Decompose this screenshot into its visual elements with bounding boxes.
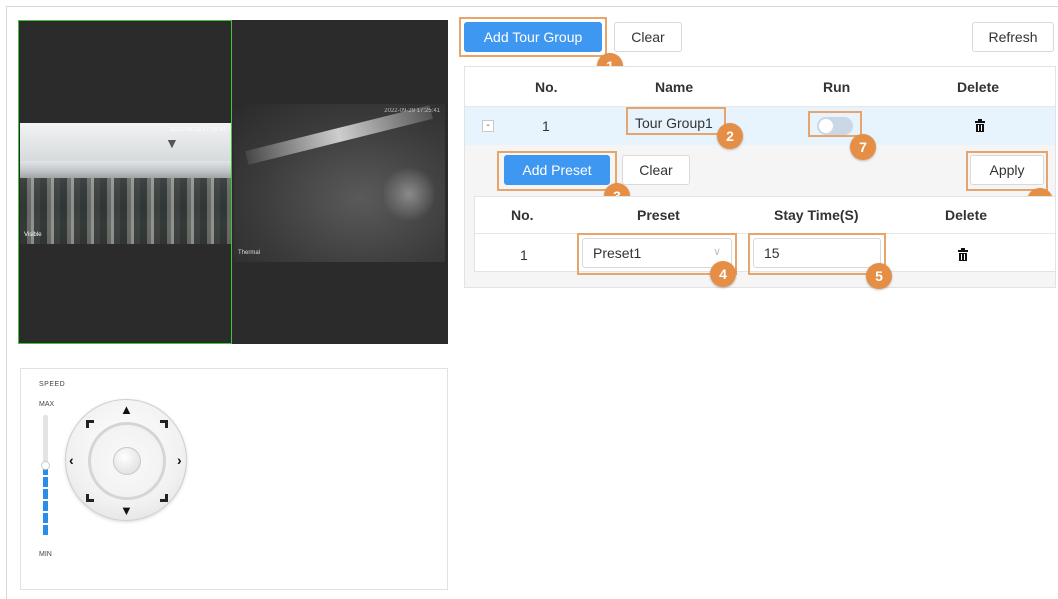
- arrow-down-right-icon[interactable]: [160, 494, 168, 502]
- column-header-name: Name: [655, 79, 694, 95]
- column-header-delete: Delete: [957, 79, 1000, 95]
- video-preview: ▼ 2022-09-29 17:25:41 Visible 2022-09-29…: [18, 20, 448, 344]
- callout-badge: 7: [850, 134, 876, 160]
- speed-slider-fill: [43, 465, 48, 535]
- refresh-button[interactable]: Refresh: [972, 22, 1054, 52]
- clear-presets-button[interactable]: Clear: [622, 155, 690, 185]
- collapse-row-icon[interactable]: -: [482, 120, 494, 132]
- visible-video-image: ▼ 2022-09-29 17:25:41 Visible: [20, 123, 231, 244]
- ptz-center-button[interactable]: [113, 447, 141, 475]
- thermal-channel-window[interactable]: 2022-09-29 17:25:41 Thermal: [234, 20, 448, 344]
- ptz-direction-wheel[interactable]: ▲ ▼ ‹ ›: [65, 399, 187, 521]
- table-row[interactable]: - 1 Tour Group1: [465, 107, 1055, 145]
- column-header-no: No.: [511, 207, 534, 223]
- delete-icon[interactable]: [975, 119, 985, 132]
- callout-highlight: [626, 107, 726, 135]
- thermal-video-image: 2022-09-29 17:25:41 Thermal: [234, 104, 445, 262]
- channel-label: Thermal: [238, 250, 261, 256]
- channel-label: Visible: [24, 232, 42, 238]
- video-osd-timestamp: 2022-09-29 17:25:41: [170, 127, 226, 133]
- column-header-preset: Preset: [637, 207, 680, 223]
- arrow-down-left-icon[interactable]: [86, 494, 94, 502]
- arrow-up-icon[interactable]: ▲: [120, 403, 133, 416]
- callout-badge: 4: [710, 261, 736, 287]
- chevron-down-icon: ∨: [712, 246, 721, 258]
- speed-label: SPEED: [39, 381, 66, 388]
- video-osd-timestamp: 2022-09-29 17:25:41: [384, 108, 440, 114]
- arrow-up-right-icon[interactable]: [160, 420, 168, 428]
- speed-min-label: MIN: [39, 551, 52, 558]
- speed-max-label: MAX: [39, 401, 55, 408]
- speed-slider-handle[interactable]: [41, 461, 50, 470]
- add-preset-button[interactable]: Add Preset: [504, 155, 610, 185]
- callout-highlight: [808, 111, 862, 137]
- clear-tour-groups-button[interactable]: Clear: [614, 22, 682, 52]
- table-header: No. Name Run Delete: [465, 67, 1055, 107]
- speed-slider[interactable]: [41, 415, 50, 535]
- delete-icon[interactable]: [958, 248, 968, 261]
- apply-button[interactable]: Apply: [970, 155, 1044, 185]
- arrow-right-icon[interactable]: ›: [177, 453, 182, 467]
- callout-badge: 5: [866, 263, 892, 289]
- stay-time-input[interactable]: 15: [753, 238, 881, 268]
- column-header-delete: Delete: [945, 207, 988, 223]
- visible-channel-window[interactable]: ▼ 2022-09-29 17:25:41 Visible: [18, 20, 232, 344]
- table-header: No. Preset Stay Time(S) Delete: [475, 197, 1055, 234]
- ceiling-camera-icon: ▼: [165, 135, 179, 151]
- callout-badge: 2: [717, 123, 743, 149]
- preset-select-value: Preset1: [593, 245, 642, 261]
- arrow-up-left-icon[interactable]: [86, 420, 94, 428]
- column-header-no: No.: [535, 79, 558, 95]
- column-header-run: Run: [823, 79, 851, 95]
- ptz-control-panel: SPEED MAX MIN ▲ ▼ ‹ ›: [20, 368, 448, 590]
- column-header-stay-time: Stay Time(S): [774, 207, 859, 223]
- tour-group-number: 1: [542, 118, 550, 134]
- arrow-down-icon[interactable]: ▼: [120, 504, 133, 517]
- add-tour-group-button[interactable]: Add Tour Group: [464, 22, 602, 52]
- preset-select[interactable]: Preset1 ∨: [582, 238, 732, 268]
- preset-number: 1: [520, 247, 528, 263]
- stay-time-value: 15: [764, 245, 780, 261]
- arrow-left-icon[interactable]: ‹: [69, 453, 74, 467]
